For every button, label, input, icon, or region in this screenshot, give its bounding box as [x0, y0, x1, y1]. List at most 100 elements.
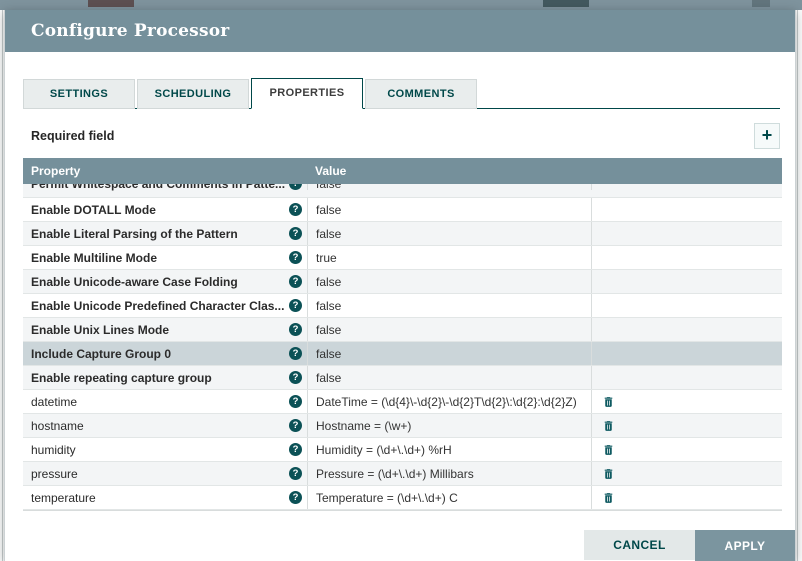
page: Configure Processor SETTINGS SCHEDULING PR…: [0, 0, 802, 561]
value-text: Humidity = (\d+\.\d+) %rH: [316, 442, 452, 457]
actions-cell: [591, 294, 782, 317]
property-name: Enable repeating capture group: [31, 370, 212, 385]
help-icon[interactable]: ?: [289, 184, 302, 190]
help-icon[interactable]: ?: [289, 371, 302, 384]
value-cell[interactable]: true: [307, 246, 591, 269]
table-row[interactable]: Enable Unicode-aware Case Folding? false: [23, 270, 782, 294]
table-row[interactable]: hostname? Hostname = (\w+): [23, 414, 782, 438]
page-edge: [2, 10, 3, 561]
cancel-button[interactable]: CANCEL: [584, 530, 695, 560]
table-row[interactable]: pressure? Pressure = (\d+\.\d+) Millibars: [23, 462, 782, 486]
value-text: DateTime = (\d{4}\-\d{2}\-\d{2}T\d{2}\:\…: [316, 394, 577, 409]
value-cell[interactable]: false: [307, 366, 591, 389]
table-row[interactable]: datetime? DateTime = (\d{4}\-\d{2}\-\d{2}…: [23, 390, 782, 414]
delete-property-icon[interactable]: [602, 442, 616, 457]
property-name: Enable DOTALL Mode: [31, 202, 156, 217]
table-row[interactable]: temperature? Temperature = (\d+\.\d+) C: [23, 486, 782, 510]
tab-scheduling[interactable]: SCHEDULING: [137, 79, 249, 109]
value-text: false: [316, 322, 342, 337]
value-cell[interactable]: false: [307, 184, 591, 191]
help-icon[interactable]: ?: [289, 419, 302, 432]
help-icon[interactable]: ?: [289, 323, 302, 336]
table-row[interactable]: Enable Multiline Mode? true: [23, 246, 782, 270]
add-property-button[interactable]: +: [754, 122, 780, 149]
actions-cell: [591, 198, 782, 221]
property-name: Include Capture Group 0: [31, 346, 172, 361]
tab-properties[interactable]: PROPERTIES: [251, 78, 363, 109]
actions-cell: [591, 414, 782, 437]
help-icon[interactable]: ?: [289, 491, 302, 504]
actions-cell: [591, 270, 782, 293]
delete-property-icon[interactable]: [602, 466, 616, 481]
help-icon[interactable]: ?: [289, 251, 302, 264]
apply-button[interactable]: APPLY: [695, 530, 795, 561]
tab-bar: SETTINGS SCHEDULING PROPERTIES COMMENTS: [23, 78, 780, 109]
properties-table-body: Permit Whitespace and Comments in Patte.…: [23, 184, 782, 511]
required-field-label: Required field: [31, 128, 115, 143]
page-edge: [797, 10, 798, 561]
value-cell[interactable]: false: [307, 318, 591, 341]
property-cell: Enable Literal Parsing of the Pattern?: [23, 222, 307, 245]
table-row[interactable]: Permit Whitespace and Comments in Patte.…: [23, 184, 782, 198]
value-text: false: [316, 184, 341, 191]
property-name: humidity: [31, 442, 76, 457]
background-artifact: [543, 0, 589, 7]
actions-cell: [591, 462, 782, 485]
help-icon[interactable]: ?: [289, 275, 302, 288]
property-cell: temperature?: [23, 486, 307, 509]
column-header-value: Value: [315, 164, 347, 178]
actions-cell: [591, 184, 782, 190]
property-cell: Enable Unicode-aware Case Folding?: [23, 270, 307, 293]
actions-cell: [591, 318, 782, 341]
table-row[interactable]: Enable repeating capture group? false: [23, 366, 782, 390]
value-cell[interactable]: Pressure = (\d+\.\d+) Millibars: [307, 462, 591, 485]
actions-cell: [591, 438, 782, 461]
help-icon[interactable]: ?: [289, 395, 302, 408]
table-row[interactable]: Enable Unicode Predefined Character Clas…: [23, 294, 782, 318]
help-icon[interactable]: ?: [289, 203, 302, 216]
table-row[interactable]: Enable DOTALL Mode? false: [23, 198, 782, 222]
actions-cell: [591, 366, 782, 389]
value-cell[interactable]: Hostname = (\w+): [307, 414, 591, 437]
configure-processor-dialog: Configure Processor SETTINGS SCHEDULING PR…: [4, 10, 796, 561]
background-artifact: [88, 0, 134, 7]
value-cell[interactable]: Temperature = (\d+\.\d+) C: [307, 486, 591, 509]
property-cell: Enable DOTALL Mode?: [23, 198, 307, 221]
value-cell[interactable]: DateTime = (\d{4}\-\d{2}\-\d{2}T\d{2}\:\…: [307, 390, 591, 413]
value-text: Pressure = (\d+\.\d+) Millibars: [316, 466, 474, 481]
property-name: datetime: [31, 394, 78, 409]
value-cell[interactable]: Humidity = (\d+\.\d+) %rH: [307, 438, 591, 461]
background-artifact: [752, 0, 770, 7]
table-header-row: Property Value: [23, 158, 782, 184]
dialog-title: Configure Processor: [31, 21, 230, 41]
table-row[interactable]: Enable Unix Lines Mode? false: [23, 318, 782, 342]
properties-table: Property Value Permit Whitespace and Com…: [23, 158, 782, 511]
help-icon[interactable]: ?: [289, 467, 302, 480]
value-cell[interactable]: false: [307, 222, 591, 245]
tab-comments[interactable]: COMMENTS: [365, 79, 477, 109]
tab-settings[interactable]: SETTINGS: [23, 79, 135, 109]
value-cell[interactable]: false: [307, 294, 591, 317]
actions-cell: [591, 486, 782, 509]
property-cell: datetime?: [23, 390, 307, 413]
property-cell: Enable repeating capture group?: [23, 366, 307, 389]
value-text: Hostname = (\w+): [316, 418, 412, 433]
value-text: false: [316, 226, 342, 241]
table-row[interactable]: Include Capture Group 0? false: [23, 342, 782, 366]
value-cell[interactable]: false: [307, 342, 591, 365]
value-cell[interactable]: false: [307, 270, 591, 293]
table-row[interactable]: Enable Literal Parsing of the Pattern? fa…: [23, 222, 782, 246]
delete-property-icon[interactable]: [602, 418, 616, 433]
property-name: Enable Multiline Mode: [31, 250, 158, 265]
background-canvas-strip: [0, 0, 802, 10]
actions-cell: [591, 390, 782, 413]
delete-property-icon[interactable]: [602, 394, 616, 409]
help-icon[interactable]: ?: [289, 443, 302, 456]
table-toolbar: Required field +: [23, 122, 780, 149]
delete-property-icon[interactable]: [602, 490, 616, 505]
help-icon[interactable]: ?: [289, 227, 302, 240]
help-icon[interactable]: ?: [289, 299, 302, 312]
value-cell[interactable]: false: [307, 198, 591, 221]
table-row[interactable]: humidity? Humidity = (\d+\.\d+) %rH: [23, 438, 782, 462]
help-icon[interactable]: ?: [289, 347, 302, 360]
